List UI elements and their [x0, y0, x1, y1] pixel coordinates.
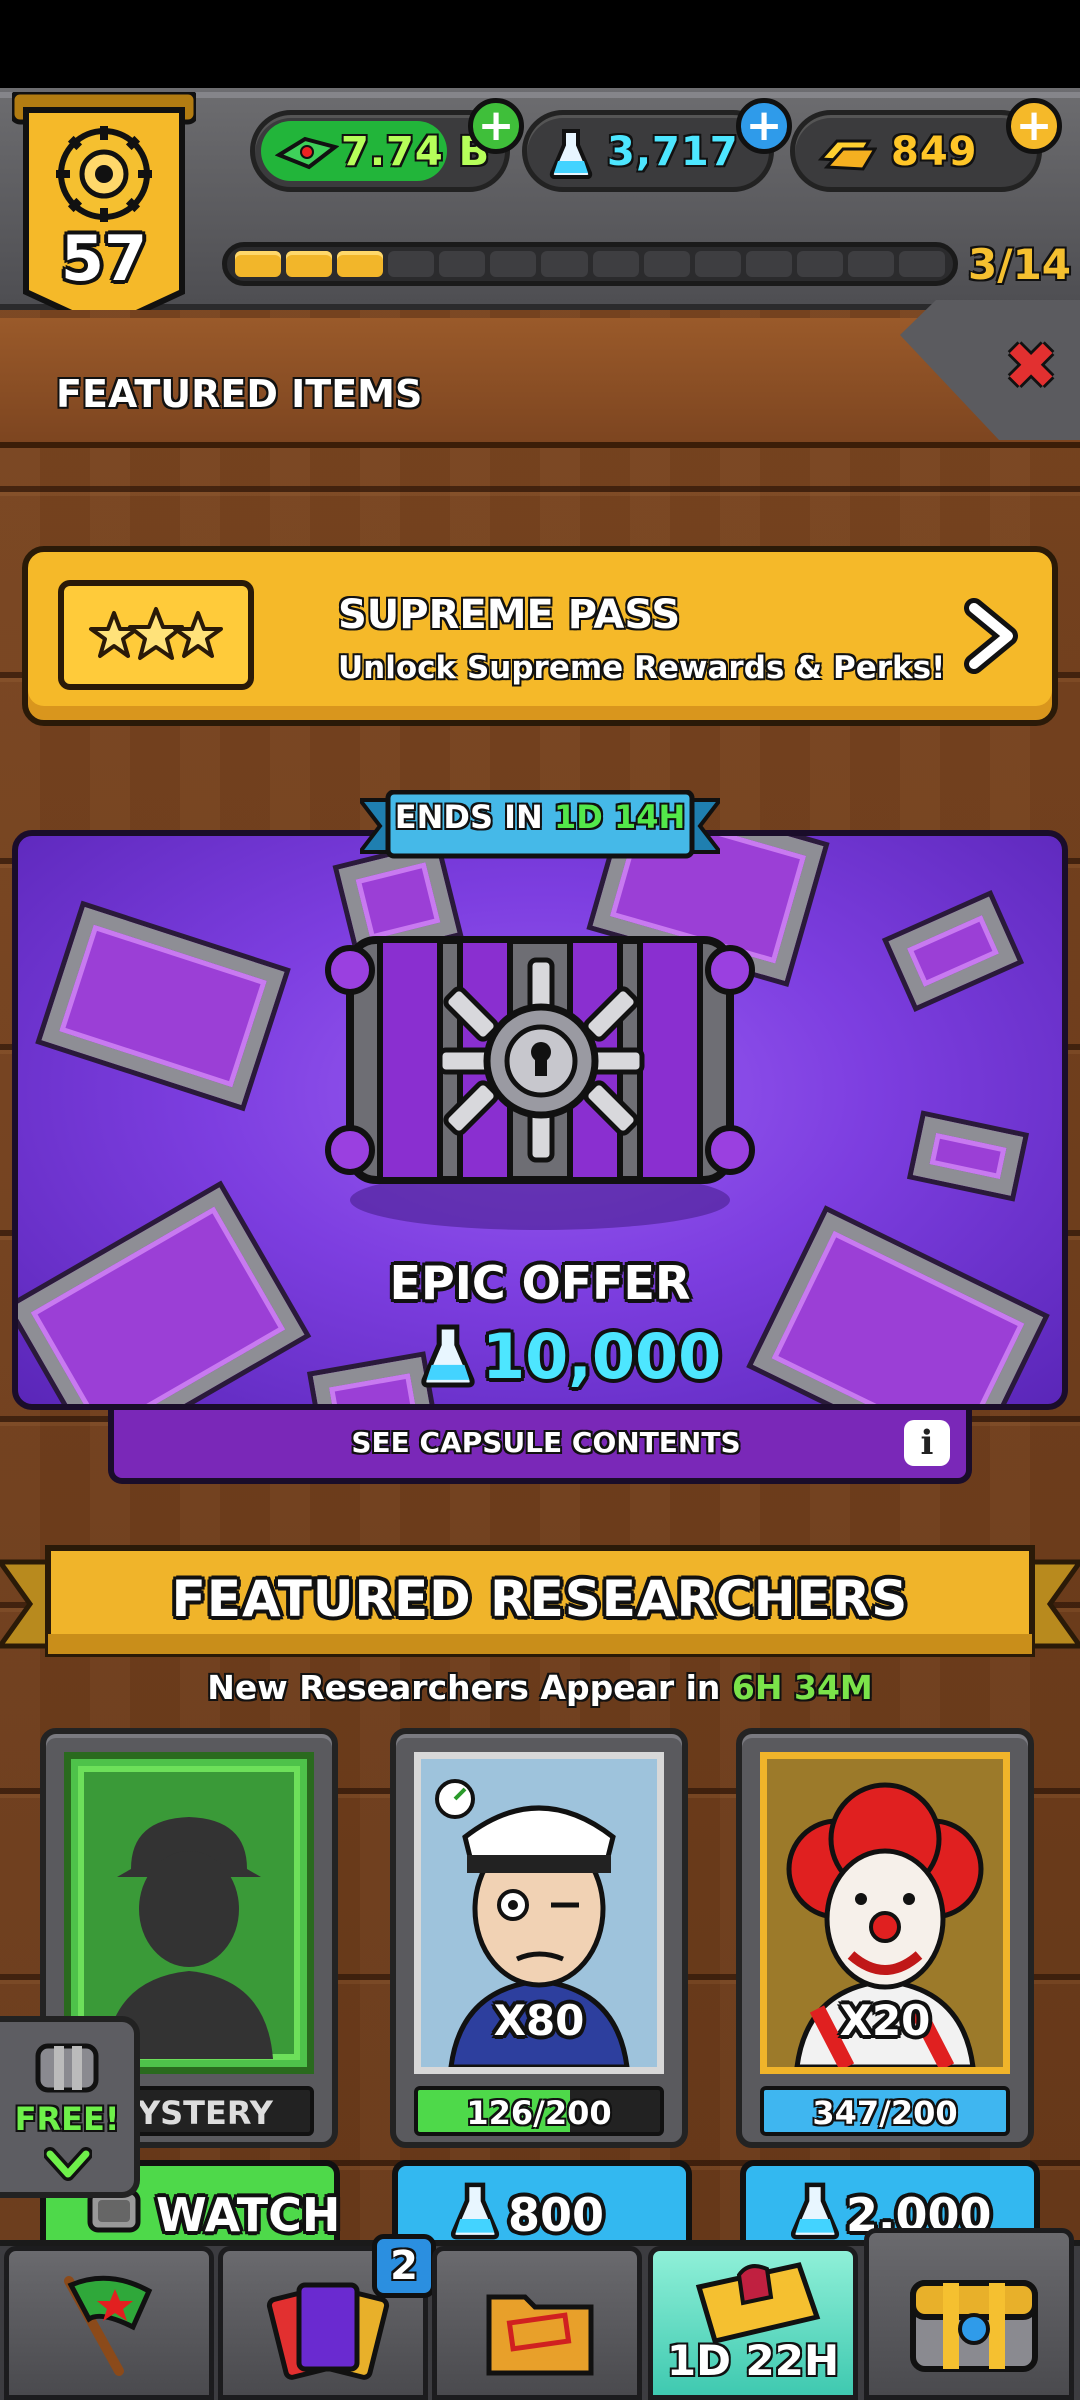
progress-segment — [643, 251, 690, 277]
plus-icon: + — [745, 100, 783, 151]
chevron-down-icon — [44, 2147, 92, 2181]
nav-tab-missions[interactable] — [4, 2246, 214, 2400]
gold-bar-icon — [817, 139, 877, 171]
researchers-timer: 6H 34M — [731, 1668, 873, 1707]
researcher-card-clown[interactable]: X20 347/200 — [736, 1728, 1034, 2148]
decor-tile — [912, 1116, 1024, 1196]
progress-segment — [541, 251, 588, 277]
see-capsule-contents-button[interactable]: SEE CAPSULE CONTENTS i — [108, 1410, 972, 1484]
treasure-chest-icon — [910, 2280, 1038, 2372]
flask-icon — [549, 129, 593, 179]
decor-tile — [752, 1211, 1044, 1404]
gold-value: 849 — [891, 129, 978, 175]
offer-price-value: 10,000 — [482, 1320, 722, 1393]
level-progress-bar — [222, 242, 958, 286]
flask-icon — [790, 2182, 840, 2240]
clown-progress: 347/200 — [760, 2086, 1010, 2136]
capsule-chest-icon — [325, 936, 755, 1230]
cash-value: 7.74 B — [341, 129, 491, 175]
free-label: FREE! — [14, 2100, 120, 2138]
progress-segment — [439, 251, 486, 277]
clown-progress-text: 347/200 — [812, 2094, 958, 2132]
badge-gear-icon — [56, 126, 152, 222]
progress-segment — [694, 251, 741, 277]
free-reward-badge[interactable]: FREE! — [0, 2016, 140, 2198]
progress-segment — [388, 251, 435, 277]
plus-icon: + — [1015, 100, 1053, 151]
flask-value: 3,717 — [607, 129, 739, 175]
close-button[interactable]: ✖ — [996, 332, 1066, 402]
progress-segment — [899, 251, 946, 277]
progress-segment — [235, 251, 282, 277]
nav-tab-shop[interactable] — [864, 2228, 1074, 2400]
event-timer: 1D 22H — [666, 2336, 840, 2385]
gold-counter[interactable]: 849 — [790, 110, 1042, 192]
decor-tile — [888, 896, 1018, 1006]
researcher-card-captain[interactable]: X80 126/200 — [390, 1728, 688, 2148]
flask-icon — [450, 2182, 500, 2240]
progress-segment — [337, 251, 384, 277]
progress-segment — [847, 251, 895, 277]
add-cash-button[interactable]: + — [468, 98, 524, 154]
level-banner[interactable]: 57 — [12, 92, 196, 336]
free-chest-icon — [35, 2043, 99, 2093]
progress-segment — [745, 251, 792, 277]
pass-title: SUPREME PASS — [338, 592, 681, 638]
ends-prefix: ENDS IN — [394, 798, 543, 836]
offer-title: EPIC OFFER — [389, 1256, 691, 1310]
captain-price: 800 — [508, 2188, 605, 2242]
add-flasks-button[interactable]: + — [736, 98, 792, 154]
folder-icon — [486, 2294, 594, 2376]
level-progress-label: 3/14 — [968, 240, 1072, 289]
cash-icon — [275, 136, 339, 170]
decor-tile — [312, 1356, 434, 1404]
stars-icon — [89, 607, 223, 660]
pass-subtitle: Unlock Supreme Rewards & Perks! — [338, 650, 946, 686]
close-icon: ✖ — [1004, 330, 1058, 404]
captain-progress: 126/200 — [414, 2086, 664, 2136]
clown-count: X20 — [839, 1996, 931, 2045]
contents-label: SEE CAPSULE CONTENTS — [351, 1426, 741, 1459]
player-level: 57 — [60, 222, 148, 295]
offer-timer: ENDS IN 1D 14H — [360, 798, 720, 836]
cards-notification-badge: 2 — [372, 2234, 436, 2298]
chevron-right-icon — [964, 598, 1018, 674]
captain-count: X80 — [493, 1996, 585, 2045]
banner-shape — [12, 92, 196, 332]
watch-label: WATCH — [156, 2188, 341, 2242]
page-title: FEATURED ITEMS — [56, 372, 423, 416]
researchers-title: FEATURED RESEARCHERS — [171, 1570, 909, 1628]
ticket-icon — [695, 2262, 821, 2344]
flag-icon — [64, 2275, 153, 2376]
plus-icon: + — [477, 100, 515, 151]
progress-segment — [286, 251, 333, 277]
info-icon[interactable]: i — [904, 1420, 950, 1466]
decor-tile — [41, 906, 285, 1106]
researchers-subtitle-prefix: New Researchers Appear in — [207, 1668, 721, 1707]
flask-icon — [421, 1324, 475, 1388]
progress-segment — [592, 251, 639, 277]
status-bar — [0, 0, 1080, 88]
captain-progress-text: 126/200 — [466, 2094, 612, 2132]
progress-segment — [796, 251, 843, 277]
researchers-subtitle: New Researchers Appear in 6H 34M — [0, 1668, 1080, 1707]
add-gold-button[interactable]: + — [1006, 98, 1062, 154]
pass-ticket — [58, 580, 254, 690]
nav-tab-files[interactable] — [432, 2246, 642, 2400]
supreme-pass-card[interactable]: SUPREME PASS Unlock Supreme Rewards & Pe… — [22, 546, 1058, 726]
ends-days: 1D — [553, 798, 603, 836]
ends-hours: 14H — [613, 798, 686, 836]
progress-segment — [490, 251, 537, 277]
